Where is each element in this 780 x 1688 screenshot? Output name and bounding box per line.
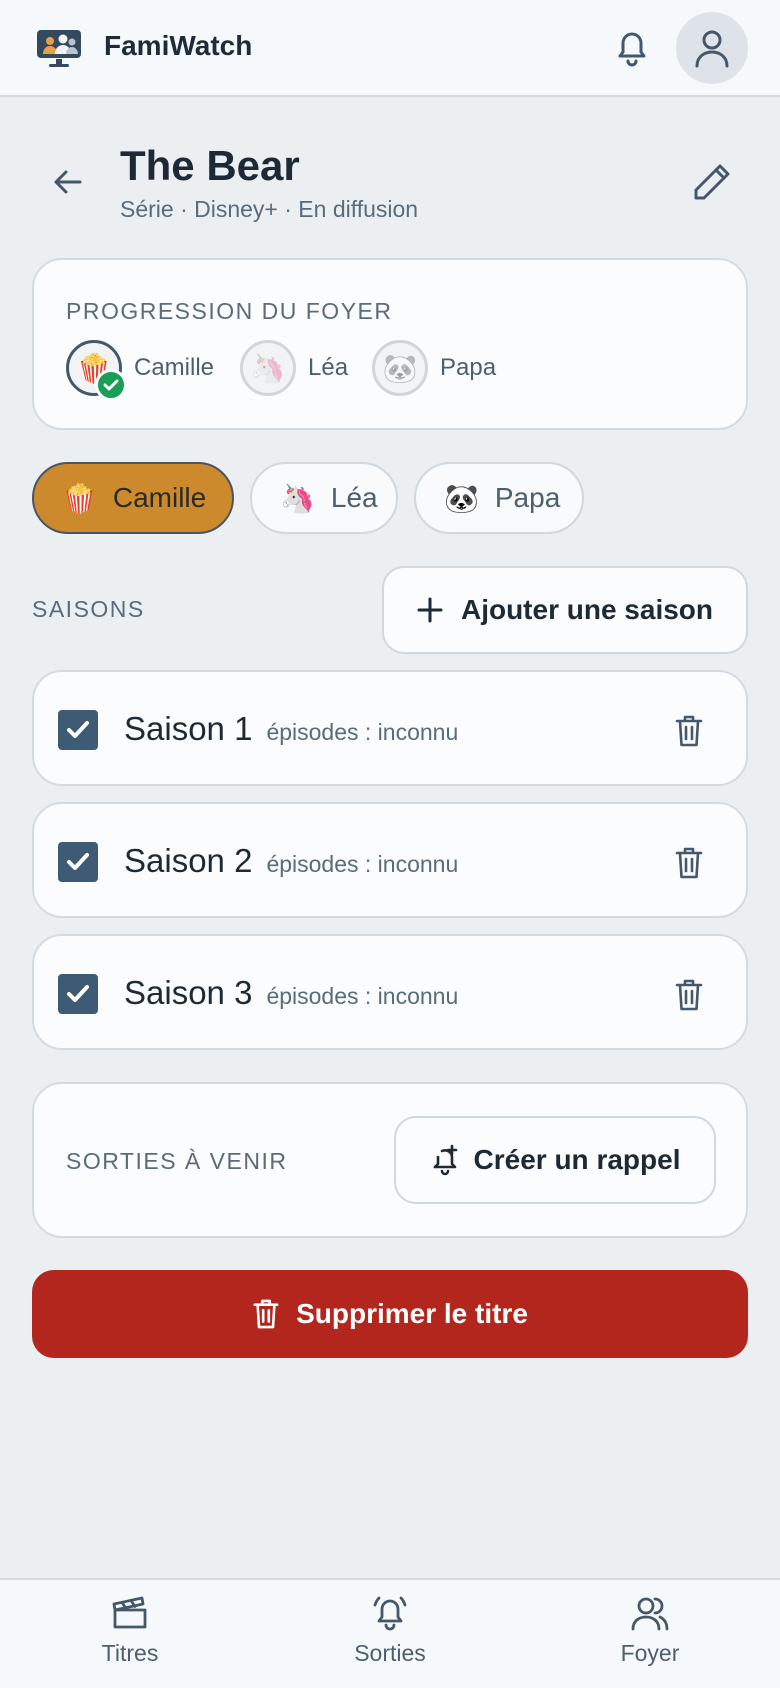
profile-chip-label: Léa bbox=[330, 482, 378, 513]
bell-plus-icon bbox=[433, 1144, 457, 1176]
nav-label: Sorties bbox=[354, 1640, 426, 1666]
profile-chip-camille[interactable]: 🍿 Camille bbox=[32, 462, 234, 534]
page-title: The Bear bbox=[120, 142, 300, 189]
users-icon bbox=[631, 1597, 669, 1631]
nav-label: Titres bbox=[101, 1640, 159, 1666]
check-icon bbox=[67, 985, 89, 1002]
add-season-label: Ajouter une saison bbox=[460, 594, 714, 625]
season-name: Saison 2 bbox=[124, 842, 253, 879]
profile-emoji: 🍿 bbox=[62, 482, 97, 514]
progress-member: 🍿 Camille bbox=[66, 340, 215, 401]
season-episodes: épisodes : inconnu bbox=[266, 983, 459, 1009]
avatar[interactable] bbox=[676, 12, 748, 84]
season-name: Saison 3 bbox=[124, 974, 253, 1011]
user-icon bbox=[695, 30, 729, 68]
nav-item-titres[interactable]: Titres bbox=[50, 1594, 210, 1667]
profile-emoji: 🦄 bbox=[280, 482, 315, 514]
profile-chip-label: Papa bbox=[494, 482, 561, 513]
member-name: Camille bbox=[134, 354, 215, 381]
bottom-nav: Titres Sorties Foyer bbox=[0, 1578, 780, 1688]
create-reminder-label: Créer un rappel bbox=[473, 1144, 681, 1175]
progress-member: 🐼 Papa bbox=[372, 340, 496, 396]
season-title: Saison 2 épisodes : inconnu bbox=[124, 842, 458, 880]
profile-chip-lea[interactable]: 🦄 Léa bbox=[250, 462, 398, 534]
delete-title-label: Supprimer le titre bbox=[296, 1298, 528, 1329]
pencil-icon[interactable] bbox=[690, 160, 734, 204]
household-progress-card: PROGRESSION DU FOYER 🍿 Camille 🦄 Léa 🐼 P… bbox=[32, 258, 748, 430]
check-icon bbox=[67, 721, 89, 738]
member-emoji: 🦄 bbox=[250, 352, 286, 384]
profile-emoji: 🐼 bbox=[444, 482, 479, 514]
nav-item-foyer[interactable]: Foyer bbox=[570, 1594, 730, 1667]
delete-title-button[interactable]: Supprimer le titre bbox=[32, 1270, 748, 1358]
top-bar: FamiWatch bbox=[0, 0, 780, 97]
season-checkbox[interactable] bbox=[58, 842, 98, 882]
season-checkbox[interactable] bbox=[58, 710, 98, 750]
clapperboard-icon bbox=[112, 1596, 147, 1629]
nav-item-sorties[interactable]: Sorties bbox=[310, 1594, 470, 1667]
bell-icon[interactable] bbox=[612, 26, 652, 70]
member-emoji: 🐼 bbox=[382, 352, 418, 384]
check-icon bbox=[67, 853, 89, 870]
season-episodes: épisodes : inconnu bbox=[266, 851, 459, 877]
season-title: Saison 3 épisodes : inconnu bbox=[124, 974, 458, 1012]
nav-label: Foyer bbox=[620, 1640, 680, 1666]
season-title: Saison 1 épisodes : inconnu bbox=[124, 710, 458, 748]
add-season-button[interactable]: Ajouter une saison bbox=[382, 566, 748, 654]
plus-icon bbox=[417, 597, 443, 623]
season-name: Saison 1 bbox=[124, 710, 253, 747]
progress-label: PROGRESSION DU FOYER bbox=[66, 298, 393, 324]
season-row: Saison 2 épisodes : inconnu bbox=[32, 802, 748, 918]
trash-icon[interactable] bbox=[674, 978, 704, 1012]
progress-member: 🦄 Léa bbox=[240, 340, 348, 396]
season-episodes: épisodes : inconnu bbox=[266, 719, 459, 745]
arrow-left-icon[interactable] bbox=[50, 164, 86, 200]
family-tv-icon bbox=[37, 30, 81, 67]
season-checkbox[interactable] bbox=[58, 974, 98, 1014]
member-name: Léa bbox=[308, 354, 349, 381]
app-title: FamiWatch bbox=[104, 30, 253, 61]
create-reminder-button[interactable]: Créer un rappel bbox=[394, 1116, 716, 1204]
upcoming-label: SORTIES À VENIR bbox=[66, 1148, 288, 1174]
page-subtitle: Série · Disney+ · En diffusion bbox=[120, 196, 419, 222]
trash-icon[interactable] bbox=[674, 846, 704, 880]
seasons-label: SAISONS bbox=[32, 596, 145, 622]
trash-icon bbox=[253, 1299, 279, 1329]
season-row: Saison 1 épisodes : inconnu bbox=[32, 670, 748, 786]
member-avatar: 🦄 bbox=[240, 340, 296, 396]
profile-chip-label: Camille bbox=[112, 482, 207, 513]
bell-ring-icon bbox=[373, 1596, 407, 1631]
trash-icon[interactable] bbox=[674, 714, 704, 748]
upcoming-card: SORTIES À VENIR Créer un rappel bbox=[32, 1082, 748, 1238]
season-row: Saison 3 épisodes : inconnu bbox=[32, 934, 748, 1050]
member-avatar: 🍿 bbox=[66, 340, 127, 401]
member-name: Papa bbox=[440, 354, 497, 381]
member-avatar: 🐼 bbox=[372, 340, 428, 396]
check-icon bbox=[95, 369, 127, 401]
profile-chip-papa[interactable]: 🐼 Papa bbox=[414, 462, 584, 534]
